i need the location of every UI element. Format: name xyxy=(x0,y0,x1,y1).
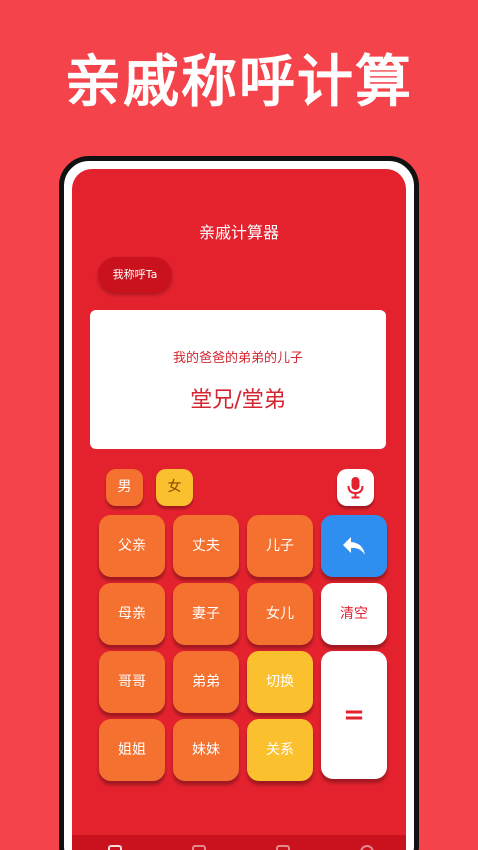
switch-button[interactable]: 切换 xyxy=(247,651,313,713)
relation-button[interactable]: 关系 xyxy=(247,719,313,781)
key-wife[interactable]: 妻子 xyxy=(173,583,239,645)
app-title: 亲戚计算器 xyxy=(198,223,279,242)
key-younger-brother[interactable]: 弟弟 xyxy=(173,651,239,713)
backspace-button[interactable] xyxy=(321,515,387,577)
tab-list-icon[interactable] xyxy=(192,845,206,850)
mode-toggle-chip[interactable]: 我称呼Ta xyxy=(98,257,172,293)
key-son[interactable]: 儿子 xyxy=(247,515,313,577)
result-card: 我的爸爸的弟弟的儿子 堂兄/堂弟 xyxy=(90,310,386,449)
gender-male-button[interactable]: 男 xyxy=(106,469,143,506)
voice-input-button[interactable] xyxy=(337,469,374,506)
clear-button[interactable]: 清空 xyxy=(321,583,387,645)
promo-headline: 亲戚称呼计算 xyxy=(65,50,413,115)
equals-button[interactable]: = xyxy=(321,651,387,779)
app-screen: 亲戚计算器 我称呼Ta 我的爸爸的弟弟的儿子 堂兄/堂弟 男 女 父亲 丈夫 儿… xyxy=(72,169,406,850)
tab-calculator-icon[interactable] xyxy=(108,845,122,850)
key-father[interactable]: 父亲 xyxy=(99,515,165,577)
key-elder-sister[interactable]: 姐姐 xyxy=(99,719,165,781)
relation-query-text: 我的爸爸的弟弟的儿子 xyxy=(172,351,303,366)
relation-answer-text: 堂兄/堂弟 xyxy=(190,388,286,413)
key-mother[interactable]: 母亲 xyxy=(99,583,165,645)
microphone-icon xyxy=(347,477,364,499)
key-younger-sister[interactable]: 妹妹 xyxy=(173,719,239,781)
key-husband[interactable]: 丈夫 xyxy=(173,515,239,577)
tab-tree-icon[interactable] xyxy=(276,845,290,850)
key-elder-brother[interactable]: 哥哥 xyxy=(99,651,165,713)
key-daughter[interactable]: 女儿 xyxy=(247,583,313,645)
gender-female-button[interactable]: 女 xyxy=(156,469,193,506)
undo-arrow-icon xyxy=(343,537,365,555)
bottom-tab-bar xyxy=(72,835,406,850)
phone-frame: 亲戚计算器 我称呼Ta 我的爸爸的弟弟的儿子 堂兄/堂弟 男 女 父亲 丈夫 儿… xyxy=(59,156,419,850)
tab-profile-icon[interactable] xyxy=(360,845,374,850)
